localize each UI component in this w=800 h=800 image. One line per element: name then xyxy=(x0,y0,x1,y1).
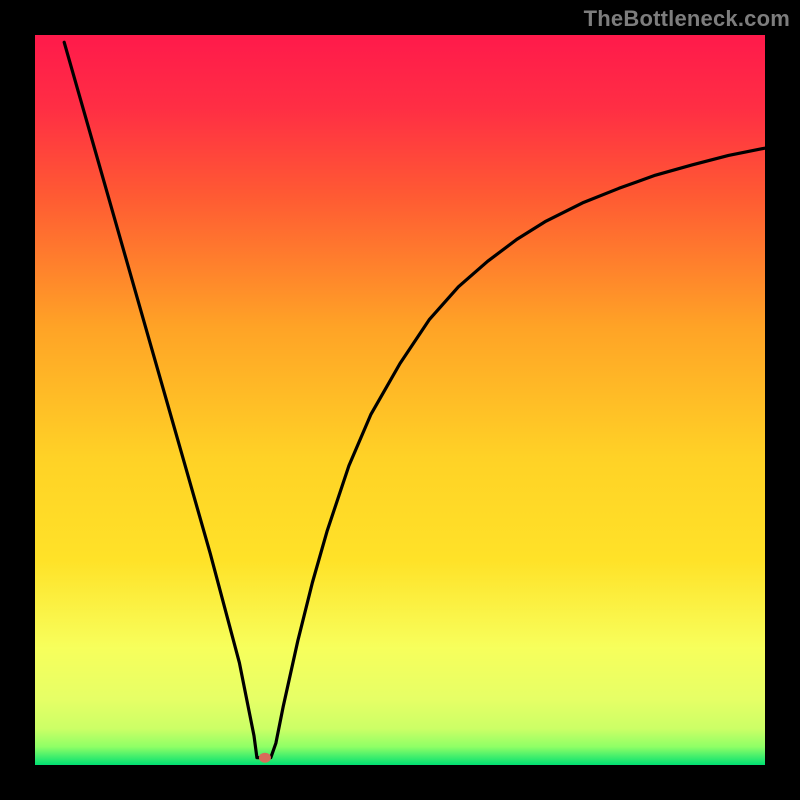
minimum-marker xyxy=(259,753,271,763)
chart-stage: TheBottleneck.com xyxy=(0,0,800,800)
watermark-label: TheBottleneck.com xyxy=(584,6,790,32)
bottleneck-chart xyxy=(35,35,765,765)
chart-background xyxy=(35,35,765,765)
